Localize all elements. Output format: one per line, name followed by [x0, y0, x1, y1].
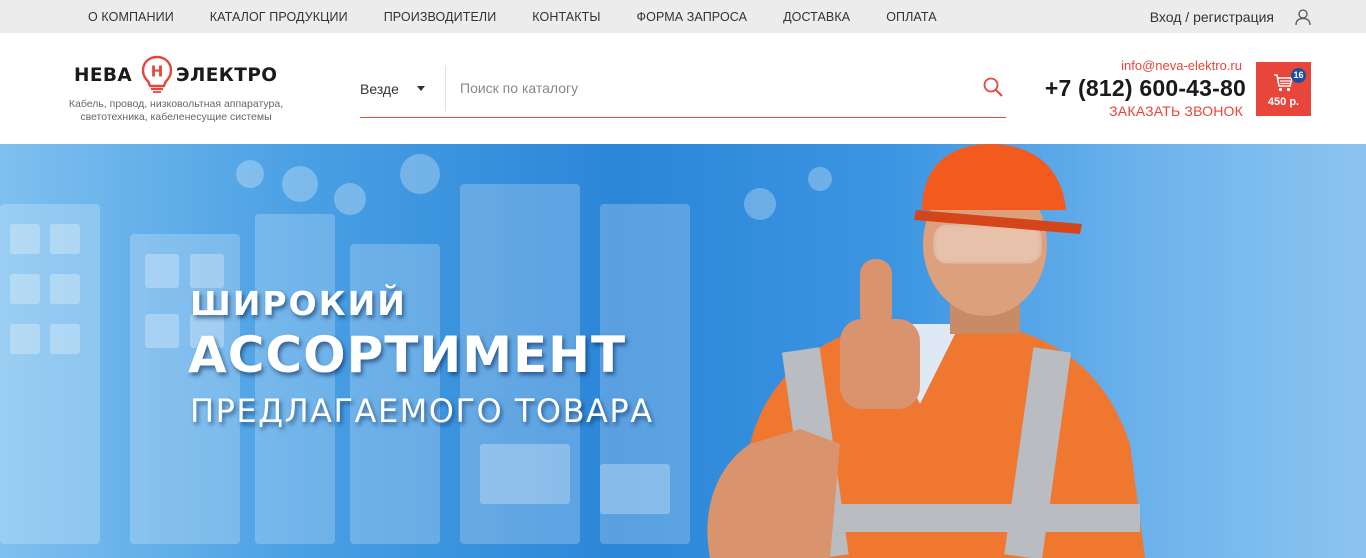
- logo-tagline: Кабель, провод, низковольтная аппаратура…: [68, 98, 284, 123]
- nav-item-about[interactable]: О компании: [88, 10, 174, 24]
- search-scope-value: Везде: [360, 80, 399, 97]
- site-header: НЕВА Н ЭЛЕКТРО Кабель, провод, низковоль…: [0, 33, 1366, 144]
- nav-item-contacts[interactable]: Контакты: [532, 10, 600, 24]
- hero-banner[interactable]: ШИРОКИЙ АССОРТИМЕНТ ПРЕДЛАГАЕМОГО ТОВАРА: [0, 144, 1366, 558]
- search-input[interactable]: [460, 73, 960, 103]
- user-icon[interactable]: [1294, 8, 1312, 26]
- search-scope-select[interactable]: Везде: [360, 66, 446, 111]
- nav-item-delivery[interactable]: Доставка: [783, 10, 850, 24]
- banner-line-3: ПРЕДЛАГАЕМОГО ТОВАРА: [190, 392, 654, 430]
- email-link[interactable]: info@neva-elektro.ru: [1121, 58, 1242, 73]
- nav-item-payment[interactable]: Оплата: [886, 10, 936, 24]
- top-bar: О компании Каталог продукции Производите…: [0, 0, 1366, 33]
- lightbulb-logo-icon: Н: [141, 55, 173, 93]
- search-bar: Везде: [360, 66, 1006, 118]
- cart-count-badge: 16: [1291, 68, 1306, 83]
- nav-item-catalog[interactable]: Каталог продукции: [210, 10, 348, 24]
- phone-number[interactable]: +7 (812) 600-43-80: [1045, 75, 1246, 102]
- logo-word-elektro: ЭЛЕКТРО: [176, 65, 278, 86]
- caret-down-icon: [417, 86, 425, 91]
- banner-line-2: АССОРТИМЕНТ: [188, 326, 627, 384]
- nav-item-request-form[interactable]: Форма запроса: [637, 10, 748, 24]
- login-link[interactable]: Вход / регистрация: [1150, 0, 1274, 33]
- logo[interactable]: НЕВА Н ЭЛЕКТРО: [72, 55, 282, 93]
- cart-button[interactable]: 16 450 р.: [1256, 62, 1311, 116]
- search-icon[interactable]: [982, 76, 1004, 98]
- logo-letter: Н: [151, 63, 164, 81]
- logo-word-neva: НЕВА: [74, 65, 133, 86]
- nav-item-manufacturers[interactable]: Производители: [384, 10, 497, 24]
- callback-link[interactable]: Заказать звонок: [1109, 103, 1243, 119]
- cart-total: 450 р.: [1267, 96, 1300, 108]
- banner-line-1: ШИРОКИЙ: [190, 284, 407, 323]
- worker-thumbs-up-image: [707, 144, 1145, 558]
- top-nav: О компании Каталог продукции Производите…: [88, 0, 973, 33]
